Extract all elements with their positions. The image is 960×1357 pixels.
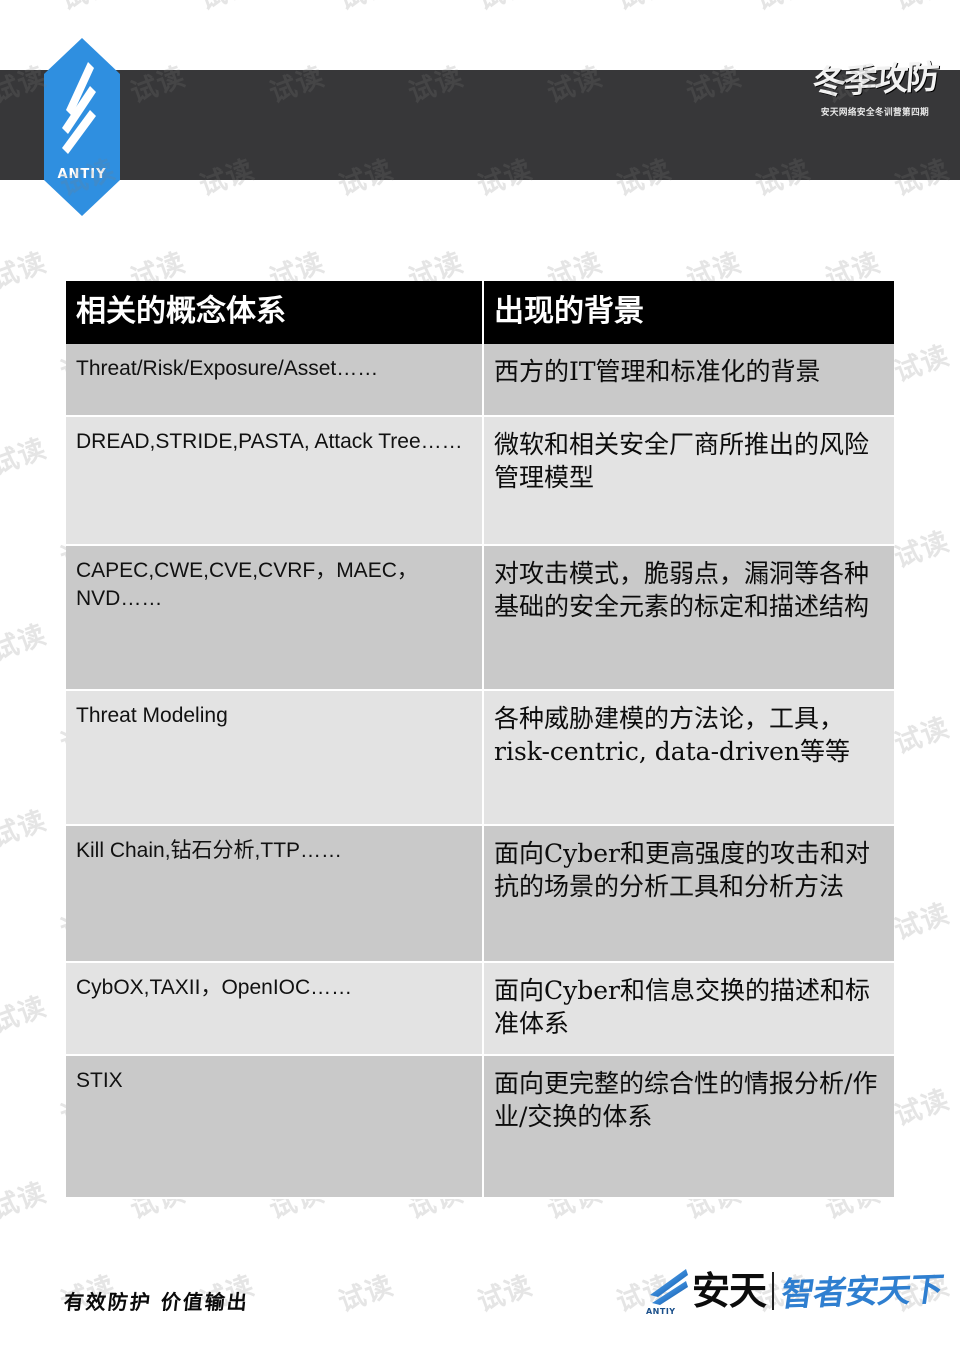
cell-term: STIX <box>66 1055 484 1199</box>
watermark-text: 试读 <box>0 1177 51 1226</box>
cell-background: 面向Cyber和更高强度的攻击和对抗的场景的分析工具和分析方法 <box>483 825 894 963</box>
footer-logo-cn: 安天 <box>691 1269 767 1313</box>
cell-background: 西方的IT管理和标准化的背景 <box>483 344 894 417</box>
watermark-text: 试读 <box>54 0 120 17</box>
watermark-text: 试读 <box>0 247 51 296</box>
watermark-text: 试读 <box>0 433 51 482</box>
watermark-text: 试读 <box>0 991 51 1040</box>
watermark-text: 试读 <box>473 1270 537 1319</box>
column-header-background: 出现的背景 <box>483 281 894 344</box>
cell-background: 各种威胁建模的方法论，工具，risk-centric, data-driven等… <box>483 690 894 826</box>
column-header-concept: 相关的概念体系 <box>66 281 484 344</box>
cell-background: 面向Cyber和信息交换的描述和标准体系 <box>483 962 894 1056</box>
cell-background: 微软和相关安全厂商所推出的风险管理模型 <box>483 416 894 546</box>
feather-icon: ANTIY <box>645 1267 690 1316</box>
watermark-text: 试读 <box>471 0 537 17</box>
watermark-text: 试读 <box>193 0 259 17</box>
svg-text:ANTIY: ANTIY <box>57 167 106 182</box>
watermark-text: 试读 <box>749 0 815 17</box>
cell-term: CybOX,TAXII，OpenIOC…… <box>66 962 484 1056</box>
table-row: STIX 面向更完整的综合性的情报分析/作业/交换的体系 <box>66 1055 894 1199</box>
watermark-text: 试读 <box>332 0 398 17</box>
header-calligraphy: 冬季攻防 安天网络安全冬训营第四期 <box>800 57 950 170</box>
footer-logo-en: ANTIY <box>645 1307 676 1316</box>
table-header-row: 相关的概念体系 出现的背景 <box>66 281 894 344</box>
concept-system-table: 相关的概念体系 出现的背景 Threat/Risk/Exposure/Asset… <box>66 281 894 1199</box>
watermark-text: 试读 <box>0 805 51 854</box>
calligraphy-subtitle: 安天网络安全冬训营第四期 <box>820 107 930 118</box>
cell-term: Threat/Risk/Exposure/Asset…… <box>66 344 484 417</box>
cell-term: DREAD,STRIDE,PASTA, Attack Tree…… <box>66 416 484 546</box>
table-row: CAPEC,CWE,CVE,CVRF，MAEC，NVD…… 对攻击模式，脆弱点，… <box>66 545 894 691</box>
table-row: CybOX,TAXII，OpenIOC…… 面向Cyber和信息交换的描述和标准… <box>66 962 894 1056</box>
cell-background: 面向更完整的综合性的情报分析/作业/交换的体系 <box>483 1055 894 1199</box>
watermark-text: 试读 <box>0 619 51 668</box>
cell-term: Kill Chain,钻石分析,TTP…… <box>66 825 484 963</box>
footer-slogan: 有效防护 价值输出 <box>62 1290 251 1314</box>
watermark-text: 试读 <box>890 898 954 947</box>
watermark-text: 试读 <box>334 1270 398 1319</box>
slide-canvas: ANTIY 冬季攻防 安天网络安全冬训营第四期 相关的概念体系 出现的背景 Th… <box>0 0 960 1357</box>
watermark-text: 试读 <box>890 712 954 761</box>
cell-term: Threat Modeling <box>66 690 484 826</box>
table-row: Threat/Risk/Exposure/Asset…… 西方的IT管理和标准化… <box>66 344 894 417</box>
footer-antiy-logo: ANTIY 安天 智者安天下 <box>645 1262 946 1320</box>
footer-tagline: 智者安天下 <box>778 1268 946 1314</box>
calligraphy-title: 冬季攻防 <box>811 56 939 103</box>
cell-background: 对攻击模式，脆弱点，漏洞等各种基础的安全元素的标定和描述结构 <box>483 545 894 691</box>
watermark-text: 试读 <box>890 526 954 575</box>
watermark-text: 试读 <box>890 340 954 389</box>
table-row: Threat Modeling 各种威胁建模的方法论，工具，risk-centr… <box>66 690 894 826</box>
watermark-text: 试读 <box>610 0 676 17</box>
table-row: Kill Chain,钻石分析,TTP…… 面向Cyber和更高强度的攻击和对抗… <box>66 825 894 963</box>
table-row: DREAD,STRIDE,PASTA, Attack Tree…… 微软和相关安… <box>66 416 894 546</box>
watermark-text: 试读 <box>888 0 954 17</box>
antiy-logo: ANTIY <box>42 38 122 216</box>
cell-term: CAPEC,CWE,CVE,CVRF，MAEC，NVD…… <box>66 545 484 691</box>
watermark-text: 试读 <box>890 1084 954 1133</box>
footer-logo-divider <box>772 1272 774 1310</box>
